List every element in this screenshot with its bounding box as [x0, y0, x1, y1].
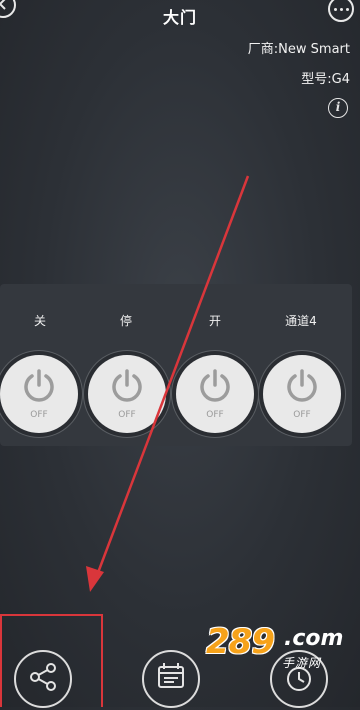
power-icon	[200, 369, 230, 402]
watermark-number: 289	[206, 622, 275, 662]
channel-label-stop: 停	[119, 314, 132, 328]
power-state: OFF	[118, 410, 136, 420]
watermark-domain: .com	[284, 626, 344, 651]
more-icon	[333, 7, 337, 11]
model-label: 型号:G4	[301, 72, 350, 87]
channel-label-close: 关	[33, 314, 46, 328]
power-icon	[112, 369, 142, 402]
page-title: 大门	[162, 8, 197, 27]
power-button-channel-4[interactable]: OFF	[263, 355, 341, 433]
power-state: OFF	[293, 410, 311, 420]
power-button-close[interactable]: OFF	[0, 355, 78, 433]
power-icon	[24, 369, 54, 402]
info-icon[interactable]: i	[328, 98, 348, 118]
watermark-logo: 289 .com 手游网	[196, 620, 356, 670]
power-state: OFF	[30, 410, 48, 420]
calendar-icon	[158, 663, 184, 688]
power-button-stop[interactable]: OFF	[88, 355, 166, 433]
share-icon	[30, 663, 56, 691]
channel-label-open: 开	[208, 314, 221, 328]
power-button-open[interactable]: OFF	[176, 355, 254, 433]
share-button[interactable]	[14, 650, 72, 708]
watermark-subtitle: 手游网	[282, 656, 322, 670]
schedule-button[interactable]	[142, 650, 200, 708]
top-bar: 大门	[0, 0, 360, 30]
channel-label-4: 通道4	[285, 314, 317, 328]
vendor-label: 厂商:New Smart	[247, 42, 350, 57]
power-state: OFF	[206, 410, 224, 420]
power-icon	[287, 369, 317, 402]
